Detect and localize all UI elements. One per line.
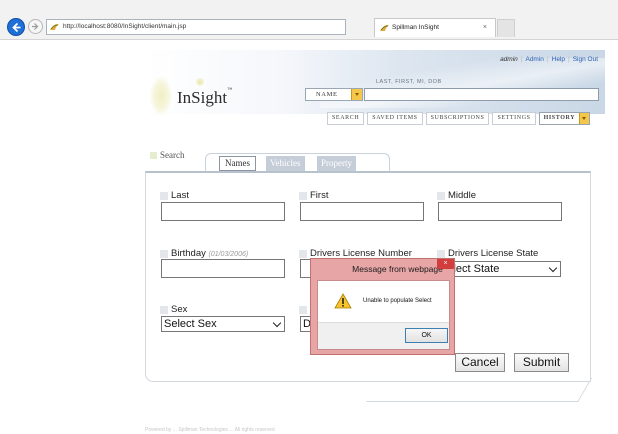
middle-input[interactable] [438, 202, 562, 221]
nav-subscriptions[interactable]: SUBSCRIPTIONS [425, 112, 490, 125]
birthday-label-text: Birthday [171, 248, 206, 259]
first-label: First [299, 190, 328, 201]
tab-property[interactable]: Property [317, 156, 356, 171]
submit-button[interactable]: Submit [514, 353, 569, 372]
middle-label: Middle [437, 190, 476, 201]
birthday-input[interactable] [161, 259, 285, 278]
arrow-left-icon [11, 22, 20, 32]
nav-settings[interactable]: SETTINGS [492, 112, 536, 125]
browser-toolbar: http://localhost:8080/InSight/client/mai… [0, 0, 618, 40]
search-hint: LAST, FIRST, MI, DOB [376, 79, 442, 85]
birthday-hint: (01/03/2006) [208, 251, 249, 258]
user-links: admin | Admin | Help | Sign Out [500, 56, 598, 63]
sex-label: Sex [160, 304, 187, 315]
chevron-down-icon[interactable] [351, 89, 362, 100]
sex-select[interactable]: Select Sex [161, 316, 285, 332]
tab-names[interactable]: Names [219, 156, 256, 171]
quick-search-input[interactable] [364, 88, 599, 101]
tab-title: Spillman InSight [392, 24, 439, 31]
cancel-button[interactable]: Cancel [455, 353, 505, 372]
logo-mark: ™ [227, 88, 232, 93]
nav-history-label: HISTORY [543, 115, 576, 121]
main-nav: SEARCH SAVED ITEMS SUBSCRIPTIONS SETTING… [327, 112, 591, 125]
chevron-down-icon [548, 263, 558, 273]
username: admin [500, 56, 518, 63]
tab-close-icon[interactable]: × [483, 19, 487, 37]
url-text: http://localhost:8080/InSight/client/mai… [63, 23, 187, 30]
alert-dialog: Message from webpage × Unable to populat… [310, 258, 455, 355]
first-input[interactable] [300, 202, 424, 221]
address-bar[interactable]: http://localhost:8080/InSight/client/mai… [46, 19, 346, 35]
sex-value: Select Sex [164, 318, 217, 330]
chevron-down-icon[interactable] [579, 113, 590, 124]
nav-saved-items[interactable]: SAVED ITEMS [367, 112, 423, 125]
help-link[interactable]: Help [552, 56, 565, 63]
favicon-icon [380, 24, 389, 31]
dialog-message: Unable to populate Select [363, 298, 432, 304]
last-input[interactable] [161, 202, 285, 221]
dialog-body: Unable to populate Select OK [317, 280, 450, 350]
arrow-right-icon [32, 23, 39, 30]
new-tab-button[interactable] [497, 19, 515, 37]
app-logo[interactable]: InSight™ [177, 88, 232, 108]
dialog-title: Message from webpage [352, 264, 443, 274]
last-label: Last [160, 190, 189, 201]
page-footer: Powered by ... Spillman Technologies ...… [145, 427, 275, 433]
chevron-down-icon [272, 318, 282, 328]
nav-search[interactable]: SEARCH [327, 112, 365, 125]
birthday-label: Birthday (01/03/2006) [160, 248, 248, 259]
logo-text: InSight [177, 88, 228, 107]
dialog-footer: OK [318, 322, 449, 349]
logo-glow [150, 76, 172, 116]
favicon-icon [50, 23, 59, 30]
search-section-label: Search [150, 150, 185, 160]
search-type-value: NAME [316, 91, 338, 98]
browser-tab[interactable]: Spillman InSight × [374, 18, 496, 37]
forward-button[interactable] [28, 19, 43, 34]
warning-icon [334, 293, 352, 309]
ok-button[interactable]: OK [405, 328, 448, 343]
sign-out-link[interactable]: Sign Out [573, 56, 598, 63]
admin-link[interactable]: Admin [525, 56, 543, 63]
search-type-select[interactable]: NAME [305, 88, 363, 101]
logo-glow-small [196, 78, 204, 86]
back-button[interactable] [7, 18, 25, 36]
tab-vehicles[interactable]: Vehicles [266, 156, 305, 171]
close-icon[interactable]: × [437, 259, 454, 269]
nav-history[interactable]: HISTORY [538, 112, 591, 125]
